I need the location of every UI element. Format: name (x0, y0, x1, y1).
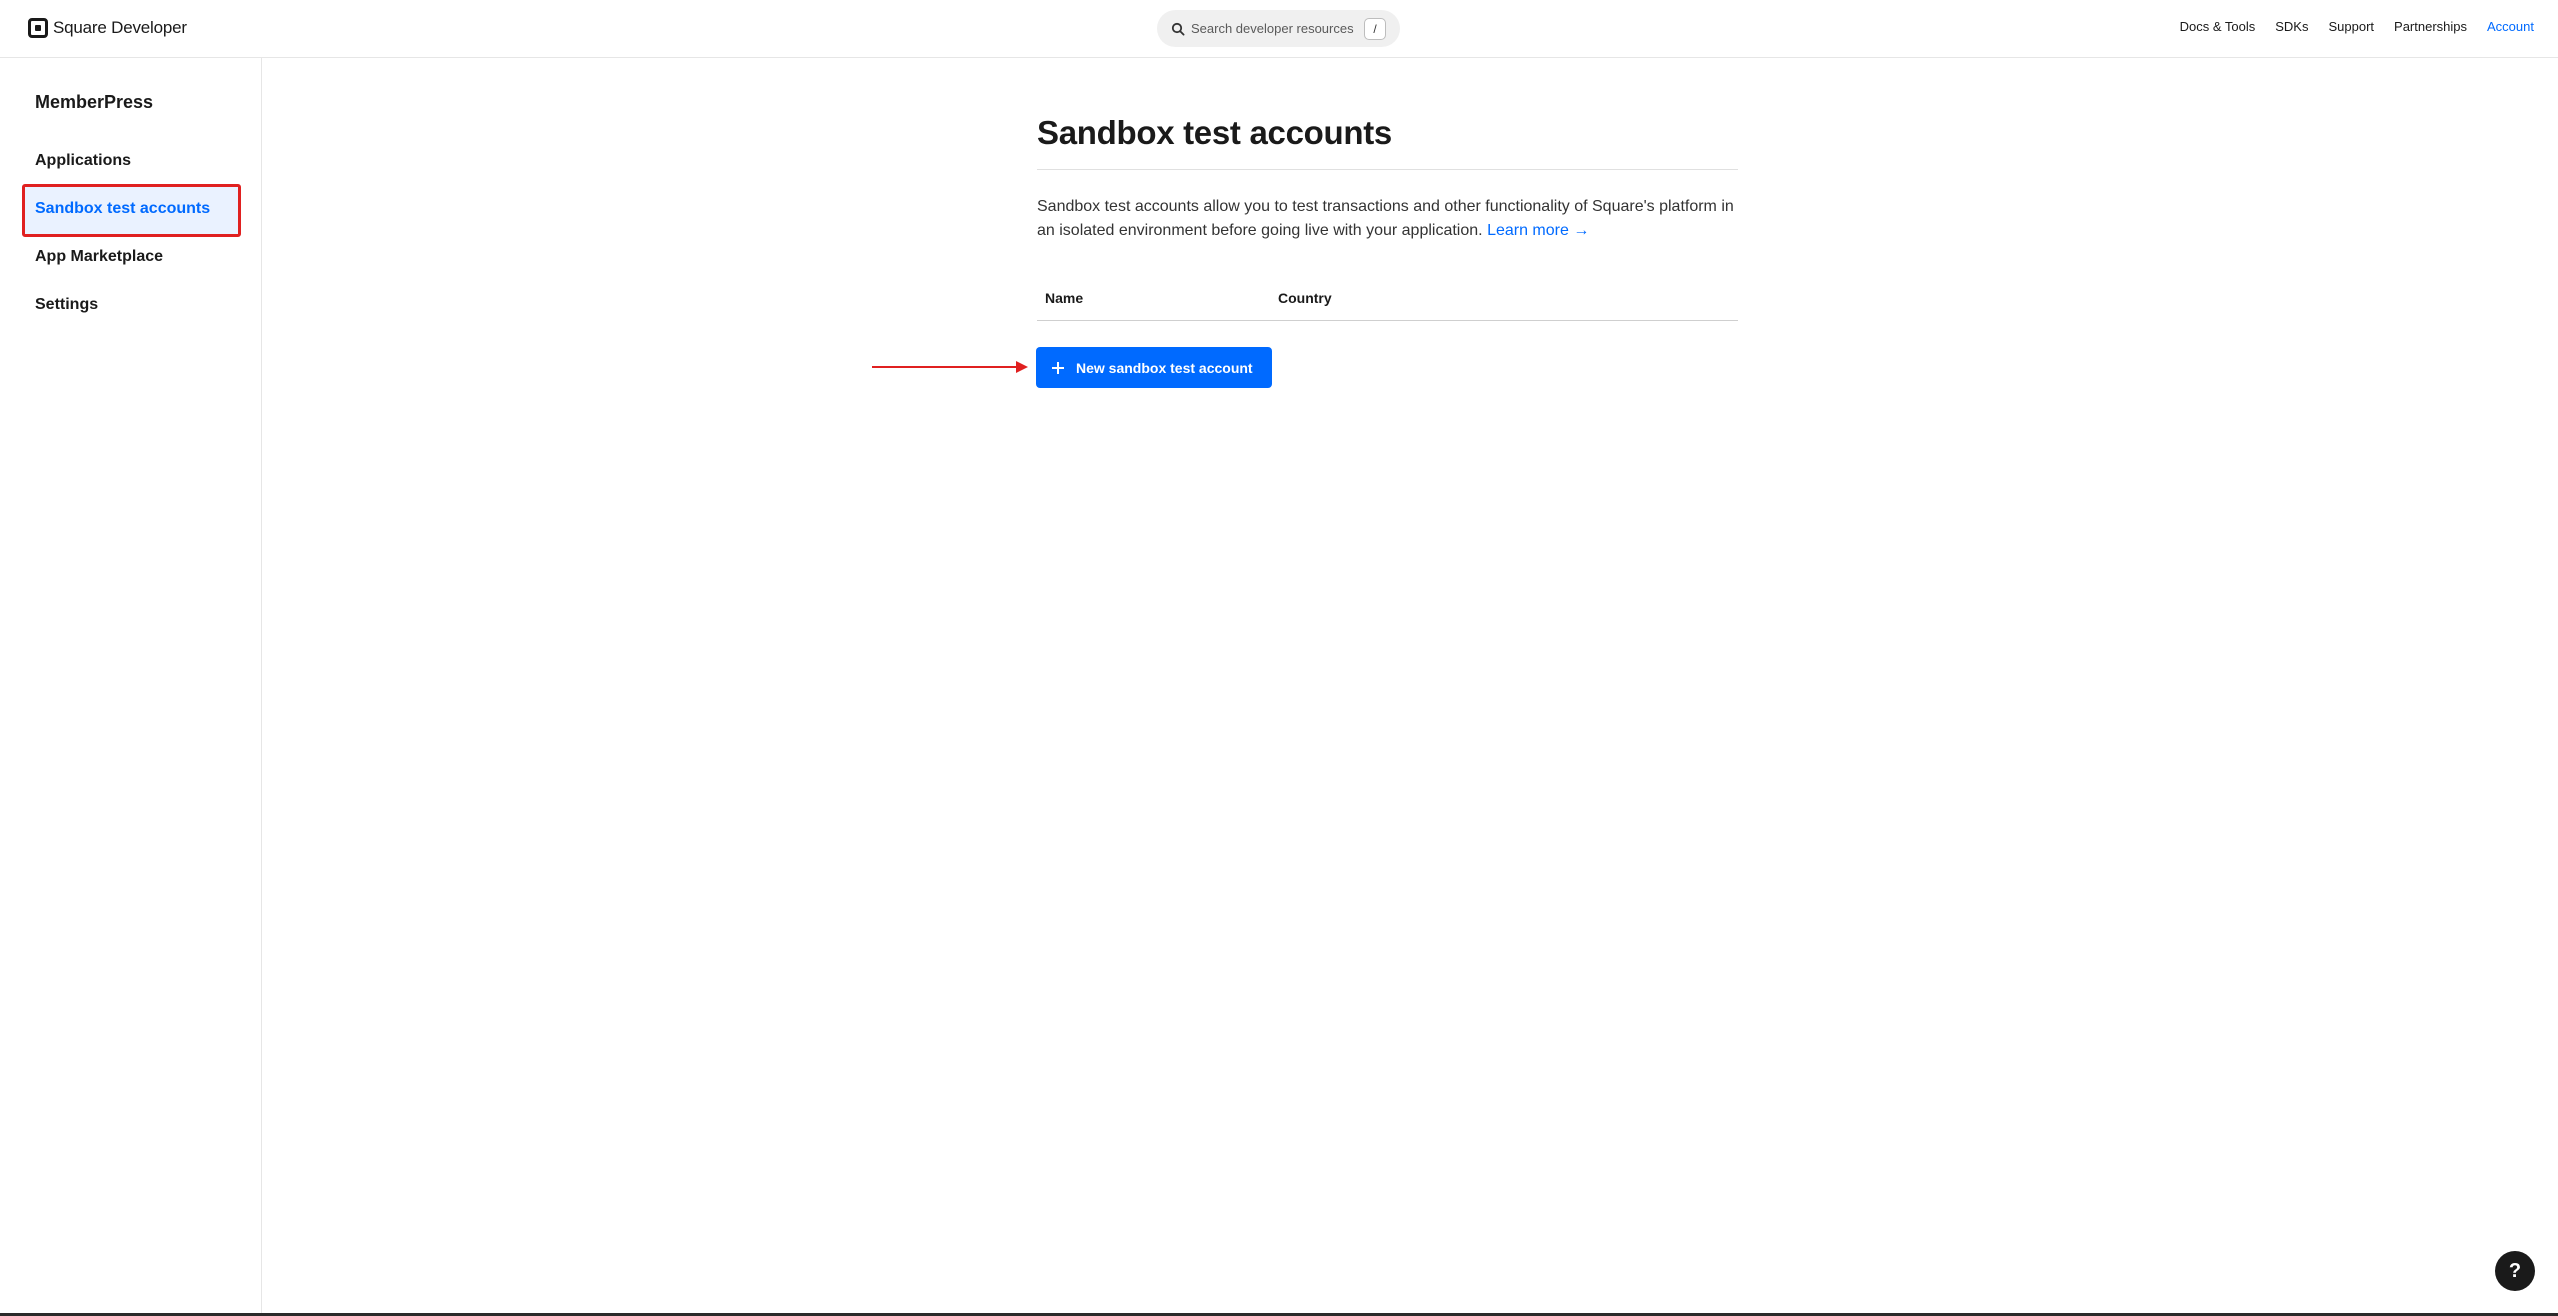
sidebar-item-sandbox-test-accounts[interactable]: Sandbox test accounts (35, 200, 210, 218)
annotation-arrow-icon (872, 361, 1028, 373)
brand-name: Square Developer (53, 18, 187, 37)
top-header: Square Developer Search developer resour… (0, 0, 2558, 58)
sidebar-item-settings[interactable]: Settings (35, 296, 98, 314)
new-sandbox-account-button[interactable]: New sandbox test account (1036, 347, 1272, 388)
column-header-name: Name (1045, 290, 1084, 306)
plus-icon (1052, 361, 1064, 374)
search-icon (1171, 22, 1185, 36)
top-nav: Docs & Tools SDKs Support Partnerships A… (2160, 19, 2534, 34)
nav-account[interactable]: Account (2487, 19, 2534, 34)
page-description: Sandbox test accounts allow you to test … (1037, 195, 1738, 243)
organization-name: MemberPress (35, 92, 154, 112)
search-placeholder: Search developer resources (1191, 21, 1354, 36)
nav-docs-tools[interactable]: Docs & Tools (2180, 19, 2256, 34)
brand-link[interactable]: Square Developer (28, 17, 187, 39)
new-sandbox-account-label: New sandbox test account (1076, 359, 1253, 376)
search-shortcut-key: / (1364, 17, 1386, 40)
nav-sdks[interactable]: SDKs (2275, 19, 2308, 34)
column-header-country: Country (1278, 290, 1332, 306)
sidebar: MemberPress Applications Sandbox test ac… (0, 58, 262, 1314)
search-bar[interactable]: Search developer resources / (1157, 10, 1400, 47)
title-divider (1037, 169, 1738, 170)
learn-more-link[interactable]: Learn more → (1487, 222, 1589, 239)
description-text: Sandbox test accounts allow you to test … (1037, 198, 1734, 239)
nav-partnerships[interactable]: Partnerships (2394, 19, 2467, 34)
nav-support[interactable]: Support (2328, 19, 2374, 34)
help-button[interactable]: ? (2495, 1251, 2535, 1291)
page-title: Sandbox test accounts (1037, 114, 1392, 151)
sidebar-item-app-marketplace[interactable]: App Marketplace (35, 248, 163, 266)
sidebar-item-applications[interactable]: Applications (35, 152, 131, 170)
help-icon: ? (2508, 1259, 2522, 1282)
square-logo-icon (28, 18, 48, 38)
accounts-table-header: Name Country (1037, 284, 1738, 321)
